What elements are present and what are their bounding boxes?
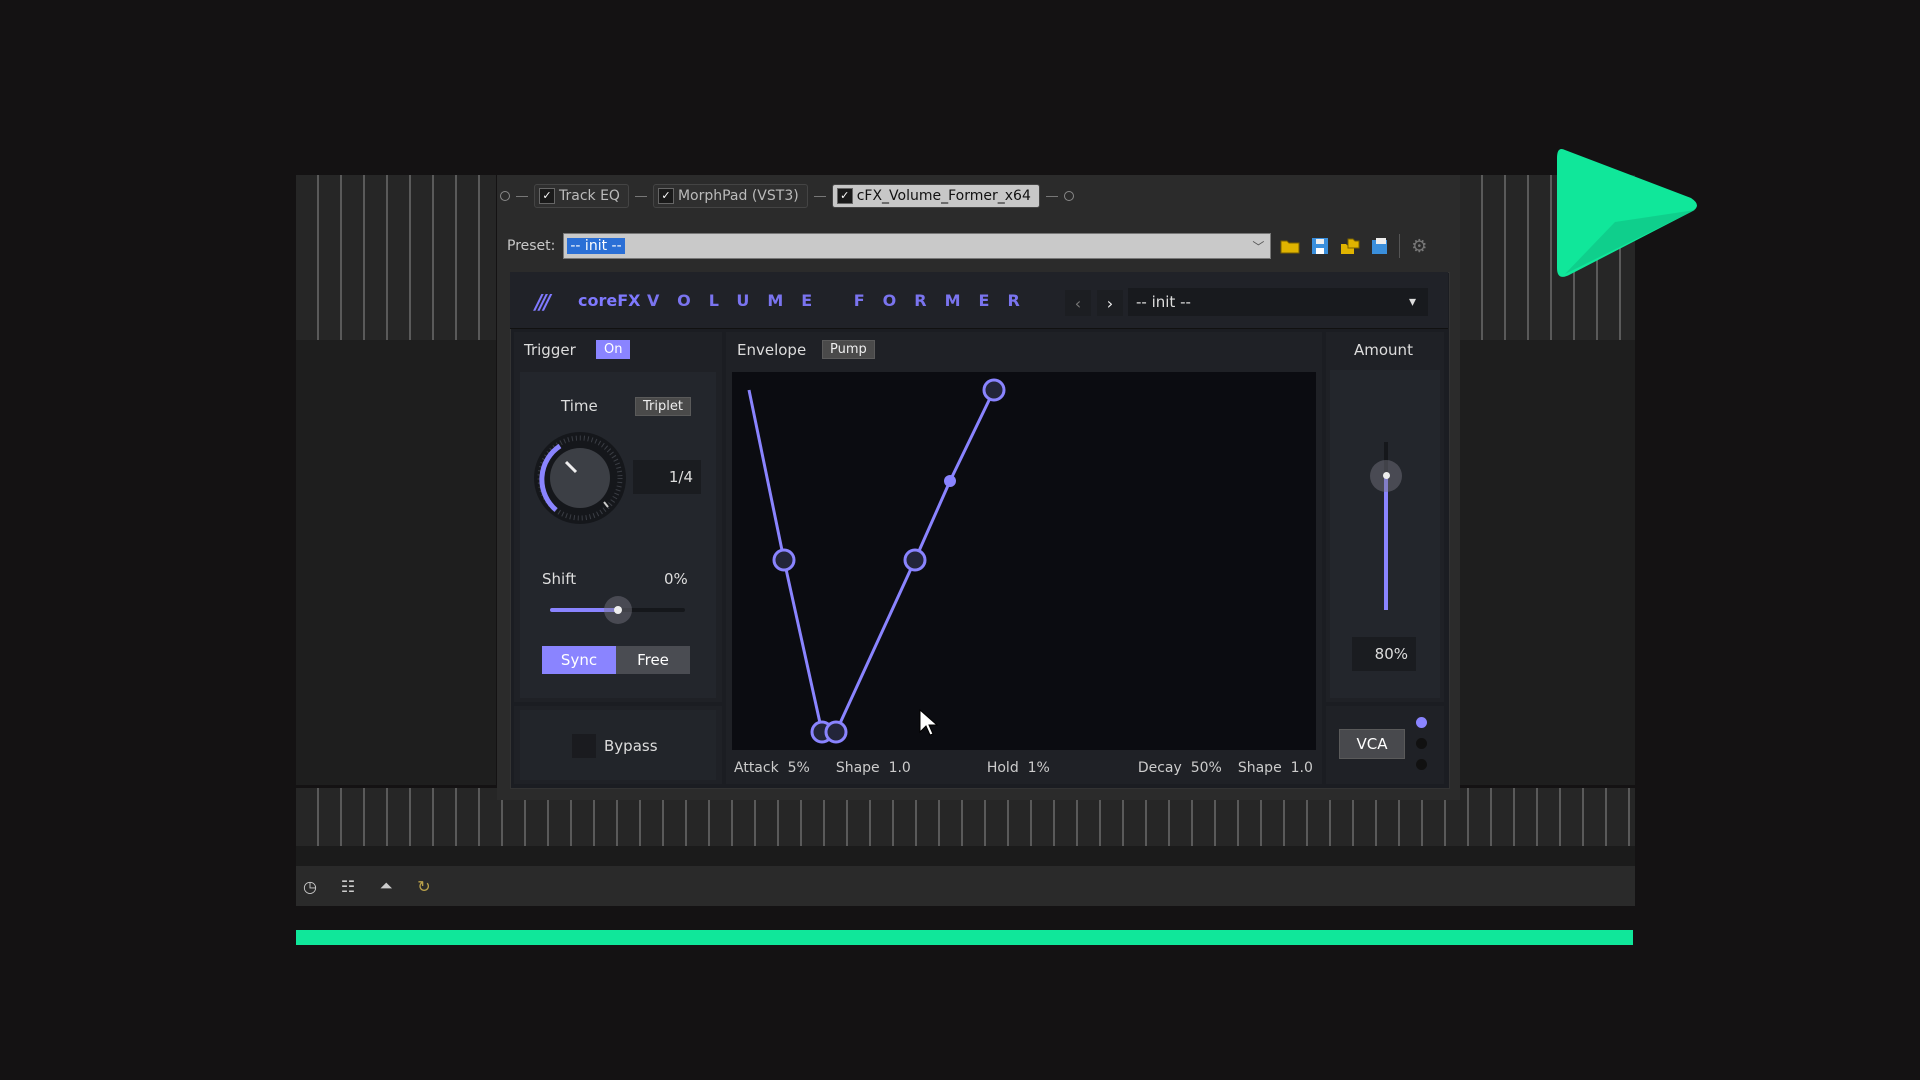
host-preset-dropdown[interactable]: -- init -- ﹀ (563, 233, 1272, 259)
checkbox-icon[interactable]: ✓ (657, 188, 674, 204)
envelope-node[interactable] (903, 548, 927, 572)
video-progress-bar[interactable] (296, 930, 1633, 945)
amount-label: Amount (1354, 341, 1413, 359)
corefx-logo-icon: /// (535, 290, 551, 314)
time-value[interactable]: 1/4 (633, 460, 701, 494)
bypass-label: Bypass (604, 737, 658, 755)
time-knob[interactable] (530, 430, 630, 530)
amount-slider-handle[interactable] (1370, 459, 1402, 492)
time-label: Time (561, 397, 598, 415)
metronome-icon[interactable]: ⏶ (376, 876, 396, 896)
amount-value[interactable]: 80% (1352, 637, 1416, 671)
brand-name: coreFX (578, 291, 641, 310)
vca-mode-indicators (1416, 717, 1427, 770)
hold-value[interactable]: 1% (1028, 760, 1050, 776)
envelope-node[interactable] (772, 548, 796, 572)
shift-slider-track[interactable] (550, 596, 685, 624)
shift-label: Shift (542, 570, 577, 588)
loop-icon[interactable]: ↻ (414, 877, 434, 896)
envelope-node[interactable] (982, 378, 1006, 402)
open-folder-icon[interactable] (1279, 235, 1301, 257)
plugin-preset-dropdown[interactable]: -- init -- ▾ (1128, 288, 1428, 316)
attack-shape-value[interactable]: 1.0 (889, 760, 911, 776)
attack-value[interactable]: 5% (788, 760, 810, 776)
chevron-down-icon: ﹀ (1252, 239, 1265, 254)
envelope-curve[interactable] (732, 372, 1316, 750)
mouse-cursor-icon (919, 708, 939, 736)
chain-input-node (500, 191, 510, 201)
save-as-icon[interactable] (1369, 235, 1391, 257)
daw-divider (296, 846, 1635, 866)
chevron-down-icon: ▾ (1408, 294, 1416, 310)
daw-panel-right (1460, 340, 1635, 785)
shift-slider-handle[interactable] (603, 596, 632, 624)
export-icon[interactable] (1339, 235, 1361, 257)
curve-handle[interactable] (944, 475, 956, 487)
envelope-params: Attack 5% Shape 1.0 Hold 1% Decay 50% Sh… (734, 760, 1313, 776)
trigger-toggle[interactable]: On (596, 340, 631, 359)
chain-slot-track-eq[interactable]: ✓ Track EQ (534, 184, 629, 208)
prev-preset-button[interactable]: ‹ (1065, 290, 1091, 316)
shift-value: 0% (664, 570, 688, 588)
bypass-checkbox[interactable] (572, 734, 596, 758)
plugin-title: VOLUME FORMER (647, 291, 1038, 310)
sync-mode-toggle: Sync Free (542, 646, 690, 674)
sync-button[interactable]: Sync (542, 646, 616, 674)
chain-slot-morphpad[interactable]: ✓ MorphPad (VST3) (652, 184, 808, 208)
daw-track-area-left (296, 175, 496, 340)
envelope-label: Envelope (737, 341, 807, 359)
chain-output-node (1063, 191, 1074, 201)
checkbox-icon[interactable]: ✓ (836, 188, 853, 204)
daw-toolbar: ◷ ☷ ⏶ ↻ (296, 866, 1635, 906)
host-preset-row: Preset: -- init -- ﹀ ⚙ (507, 232, 1430, 260)
envelope-node[interactable] (824, 720, 848, 744)
decay-value[interactable]: 50% (1191, 760, 1222, 776)
decay-shape-value[interactable]: 1.0 (1291, 760, 1313, 776)
vca-button[interactable]: VCA (1339, 729, 1405, 759)
play-logo-icon (1557, 149, 1697, 277)
amount-slider-fill (1384, 475, 1388, 610)
preset-label: Preset: (507, 238, 556, 254)
next-preset-button[interactable]: › (1097, 290, 1123, 316)
preset-nav: ‹ › (1065, 290, 1123, 316)
chain-slot-volume-former[interactable]: ✓ cFX_Volume_Former_x64 (831, 184, 1040, 208)
free-button[interactable]: Free (616, 646, 690, 674)
clock-icon[interactable]: ◷ (300, 877, 320, 896)
envelope-mode-button[interactable]: Pump (822, 340, 875, 359)
save-icon[interactable] (1309, 235, 1331, 257)
triplet-toggle[interactable]: Triplet (635, 397, 691, 416)
settings-icon[interactable]: ⚙ (1408, 235, 1430, 257)
vca-mode-dot[interactable] (1416, 738, 1427, 749)
amount-slider-track[interactable] (1370, 442, 1402, 610)
daw-panel-left (296, 340, 496, 785)
checkbox-icon[interactable]: ✓ (539, 188, 555, 204)
plugin-chain: ✓ Track EQ ✓ MorphPad (VST3) ✓ cFX_Volum… (500, 180, 1074, 212)
vca-mode-dot[interactable] (1416, 717, 1427, 728)
vca-mode-dot[interactable] (1416, 759, 1427, 770)
trigger-label: Trigger (524, 341, 576, 359)
mixer-icon[interactable]: ☷ (338, 877, 358, 896)
